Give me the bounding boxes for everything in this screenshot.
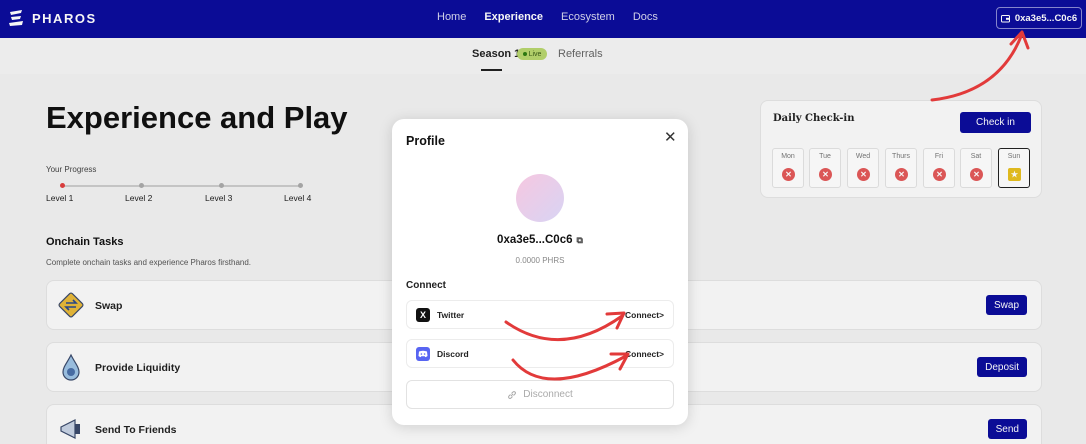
x-logo-icon: X: [416, 308, 430, 322]
close-icon[interactable]: ✕: [664, 128, 677, 146]
twitter-row: X Twitter Connect>: [406, 300, 674, 329]
profile-modal: Profile ✕ 0xa3e5...C0c6 ⧉ 0.0000 PHRS Co…: [392, 119, 688, 425]
discord-logo-icon: [416, 347, 430, 361]
connect-discord-button[interactable]: Connect>: [625, 349, 664, 359]
balance: 0.0000 PHRS: [515, 256, 565, 265]
profile-address-row: 0xa3e5...C0c6 ⧉: [392, 234, 688, 246]
discord-label: Discord: [437, 349, 469, 359]
disconnect-label: Disconnect: [523, 389, 573, 400]
link-icon: [508, 390, 517, 399]
disconnect-button[interactable]: Disconnect: [406, 380, 674, 409]
copy-icon[interactable]: ⧉: [577, 235, 583, 246]
avatar: [516, 174, 564, 222]
profile-address: 0xa3e5...C0c6: [497, 234, 573, 246]
connect-twitter-button[interactable]: Connect>: [625, 310, 664, 320]
twitter-label: Twitter: [437, 310, 465, 320]
modal-title: Profile: [406, 134, 445, 148]
connect-section-label: Connect: [406, 280, 446, 291]
discord-row: Discord Connect>: [406, 339, 674, 368]
